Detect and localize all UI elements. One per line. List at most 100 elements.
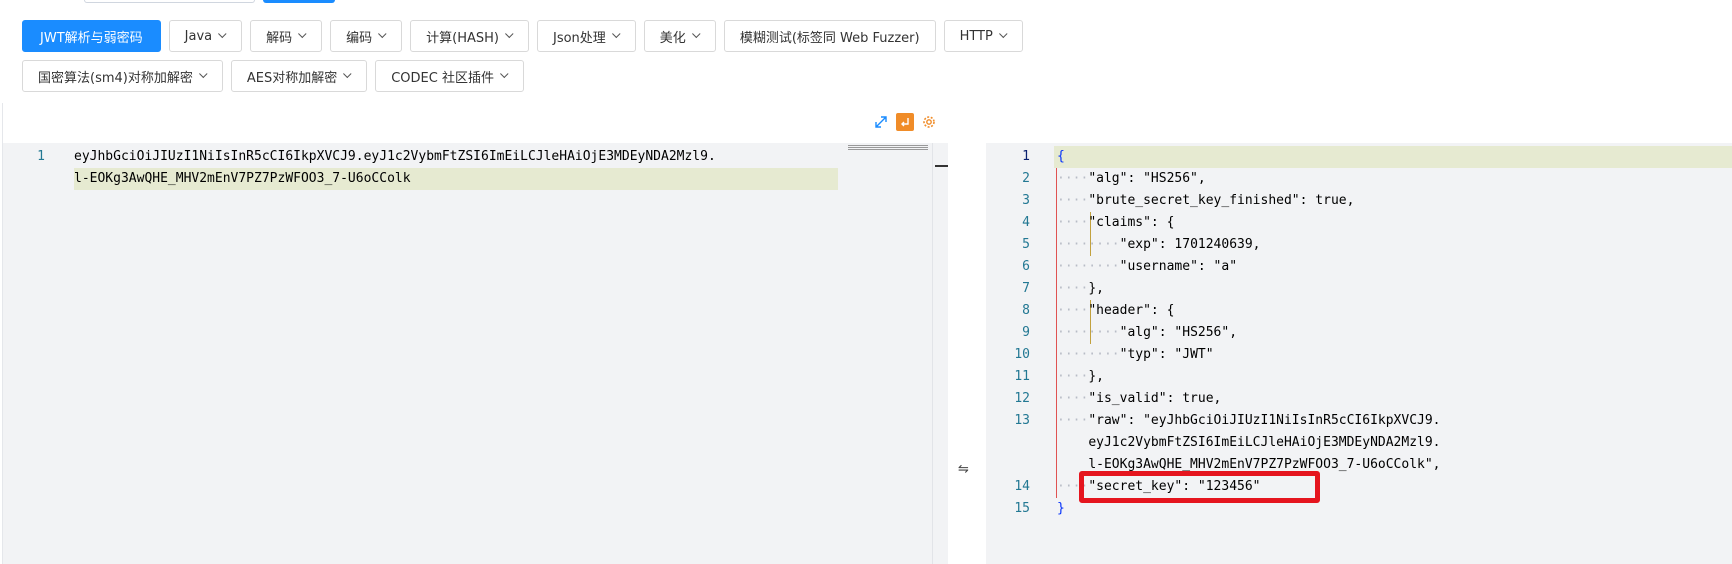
- code-line: eyJ1c2VybmFtZSI6ImEiLCJleHAiOjE3MDEyNDA2…: [1057, 432, 1441, 454]
- chevron-down-icon: [998, 29, 1008, 39]
- settings-icon[interactable]: [920, 113, 938, 131]
- line-number: 12: [1014, 391, 1030, 406]
- output-editor-header: [986, 103, 1732, 143]
- toolbar-button[interactable]: 解码: [250, 20, 323, 52]
- toolbar-button[interactable]: HTTP: [943, 20, 1023, 52]
- toolbar-button-label: JWT解析与弱密码: [40, 30, 143, 46]
- line-number: 3: [1022, 193, 1030, 208]
- toolbar-button[interactable]: Java: [168, 20, 243, 52]
- whitespace-marker: ········: [1057, 347, 1120, 362]
- toolbar-button-label: 计算(HASH): [426, 30, 499, 46]
- whitespace-marker: ····: [1057, 391, 1089, 406]
- whitespace-marker: [1057, 432, 1088, 454]
- whitespace-marker: ····: [1057, 303, 1089, 318]
- toolbar-row-1: JWT解析与弱密码 Java 解码 编码 计算(HASH) Json处理 美化 模糊测试(标签…: [22, 20, 1023, 52]
- code-text: }: [1057, 501, 1065, 516]
- toolbar-button-label: HTTP: [959, 28, 993, 44]
- tab-stub-active: [263, 0, 335, 3]
- code-text: },: [1088, 369, 1104, 384]
- code-segment: eyJhbGciOiJIUzI1NiIsInR5cCI6IkpXVCJ9.eyJ…: [74, 149, 716, 164]
- input-editor[interactable]: 1 eyJhbGciOiJIUzI1NiIsInR5cCI6IkpXVCJ9.e…: [2, 103, 948, 564]
- line-number: 11: [1014, 369, 1030, 384]
- toolbar-button-label: 美化: [659, 30, 686, 46]
- code-line: ···· "brute_secret_key_finished": true,: [1057, 190, 1441, 212]
- code-line: ····},: [1057, 366, 1441, 388]
- code-text: "claims": {: [1088, 215, 1175, 230]
- chevron-down-icon: [505, 29, 514, 39]
- line-number: 1: [37, 149, 45, 164]
- minimap[interactable]: [848, 145, 928, 151]
- chevron-down-icon: [378, 29, 387, 39]
- word-wrap-icon[interactable]: [896, 113, 914, 131]
- swap-icon[interactable]: ⇋: [958, 462, 969, 477]
- toolbar-row-2: 国密算法(sm4)对称加解密 AES对称加解密 CODEC 社区插件: [22, 60, 524, 92]
- line-number: 10: [1014, 347, 1030, 362]
- toolbar-button[interactable]: 编码: [330, 20, 403, 52]
- toolbar-button[interactable]: 国密算法(sm4)对称加解密: [22, 60, 223, 92]
- toolbar-button-label: CODEC 社区插件: [391, 70, 494, 86]
- tab-stub-left: [84, 0, 255, 3]
- code-text: "alg": "HS256",: [1088, 171, 1206, 186]
- toolbar-button[interactable]: 计算(HASH): [410, 20, 529, 52]
- code-line: {: [1057, 146, 1441, 168]
- code-text: "brute_secret_key_finished": true,: [1088, 193, 1355, 208]
- expand-icon[interactable]: [872, 113, 890, 131]
- toolbar-button[interactable]: 模糊测试(标签同 Web Fuzzer): [723, 20, 936, 52]
- code-text: "header": {: [1088, 303, 1175, 318]
- input-editor-body[interactable]: 1 eyJhbGciOiJIUzI1NiIsInR5cCI6IkpXVCJ9.e…: [3, 143, 948, 564]
- chevron-down-icon: [298, 29, 307, 39]
- line-number: 13: [1014, 413, 1030, 428]
- whitespace-marker: ····: [1057, 171, 1089, 186]
- code-line: ···· "alg": "HS256",: [1057, 168, 1441, 190]
- line-number: 6: [1022, 259, 1030, 274]
- code-line: ···· "raw": "eyJhbGciOiJIUzI1NiIsInR5cCI6…: [1057, 410, 1441, 432]
- chevron-down-icon: [611, 29, 621, 39]
- code-text: "alg": "HS256",: [1119, 325, 1238, 340]
- code-line: ········ "alg": "HS256",: [1057, 322, 1441, 344]
- whitespace-marker: ····: [1057, 193, 1089, 208]
- toolbar-button-label: Json处理: [552, 30, 606, 46]
- whitespace-marker: ····: [1057, 369, 1089, 384]
- code-text: eyJ1c2VybmFtZSI6ImEiLCJleHAiOjE3MDEyNDA2…: [1088, 435, 1441, 450]
- chevron-down-icon: [691, 29, 701, 39]
- code-line: ····},: [1057, 278, 1441, 300]
- code-text: },: [1088, 281, 1104, 296]
- line-number: 2: [1022, 171, 1030, 186]
- toolbar-button[interactable]: AES对称加解密: [230, 60, 368, 92]
- whitespace-marker: ····: [1057, 215, 1089, 230]
- whitespace-marker: ········: [1057, 259, 1120, 274]
- code-text: "raw": "eyJhbGciOiJIUzI1NiIsInR5cCI6IkpX…: [1088, 413, 1441, 428]
- line-number: 4: [1022, 215, 1030, 230]
- code-line: ········ "exp": 1701240639,: [1057, 234, 1441, 256]
- line-number: 15: [1014, 501, 1030, 516]
- input-editor-header: [3, 103, 948, 143]
- code-text: "exp": 1701240639,: [1119, 237, 1261, 252]
- line-number: 9: [1022, 325, 1030, 340]
- line-number: 1: [1022, 149, 1030, 164]
- toolbar-button[interactable]: JWT解析与弱密码: [22, 20, 161, 52]
- toolbar-button-label: AES对称加解密: [246, 70, 338, 86]
- code-text: "is_valid": true,: [1088, 391, 1222, 406]
- vertical-scrollbar[interactable]: [932, 143, 949, 564]
- code-text: {: [1057, 149, 1065, 164]
- code-line: ···· "header": {: [1057, 300, 1441, 322]
- json-output-text[interactable]: {···· "alg": "HS256", ···· "brute_secret_ke…: [1057, 146, 1441, 520]
- chevron-down-icon: [343, 69, 352, 79]
- secret-key-highlight-box: [1079, 471, 1320, 503]
- line-number: 5: [1022, 237, 1030, 252]
- code-line: ···· "claims": {: [1057, 212, 1441, 234]
- line-number: 8: [1022, 303, 1030, 318]
- jwt-input-text[interactable]: eyJhbGciOiJIUzI1NiIsInR5cCI6IkpXVCJ9.eyJ…: [74, 146, 838, 190]
- whitespace-marker: ········: [1057, 325, 1120, 340]
- whitespace-marker: ····: [1057, 413, 1089, 428]
- whitespace-marker: ····: [1057, 281, 1089, 296]
- toolbar-button-label: Java: [184, 28, 213, 44]
- whitespace-marker: ········: [1057, 237, 1120, 252]
- line-number: 7: [1022, 281, 1030, 296]
- toolbar-button-label: 模糊测试(标签同 Web Fuzzer): [739, 30, 920, 46]
- toolbar-button[interactable]: CODEC 社区插件: [375, 60, 524, 92]
- code-line: ···· "is_valid": true,: [1057, 388, 1441, 410]
- toolbar-button[interactable]: 美化: [643, 20, 716, 52]
- code-line: ········ "username": "a": [1057, 256, 1441, 278]
- toolbar-button[interactable]: Json处理: [536, 20, 636, 52]
